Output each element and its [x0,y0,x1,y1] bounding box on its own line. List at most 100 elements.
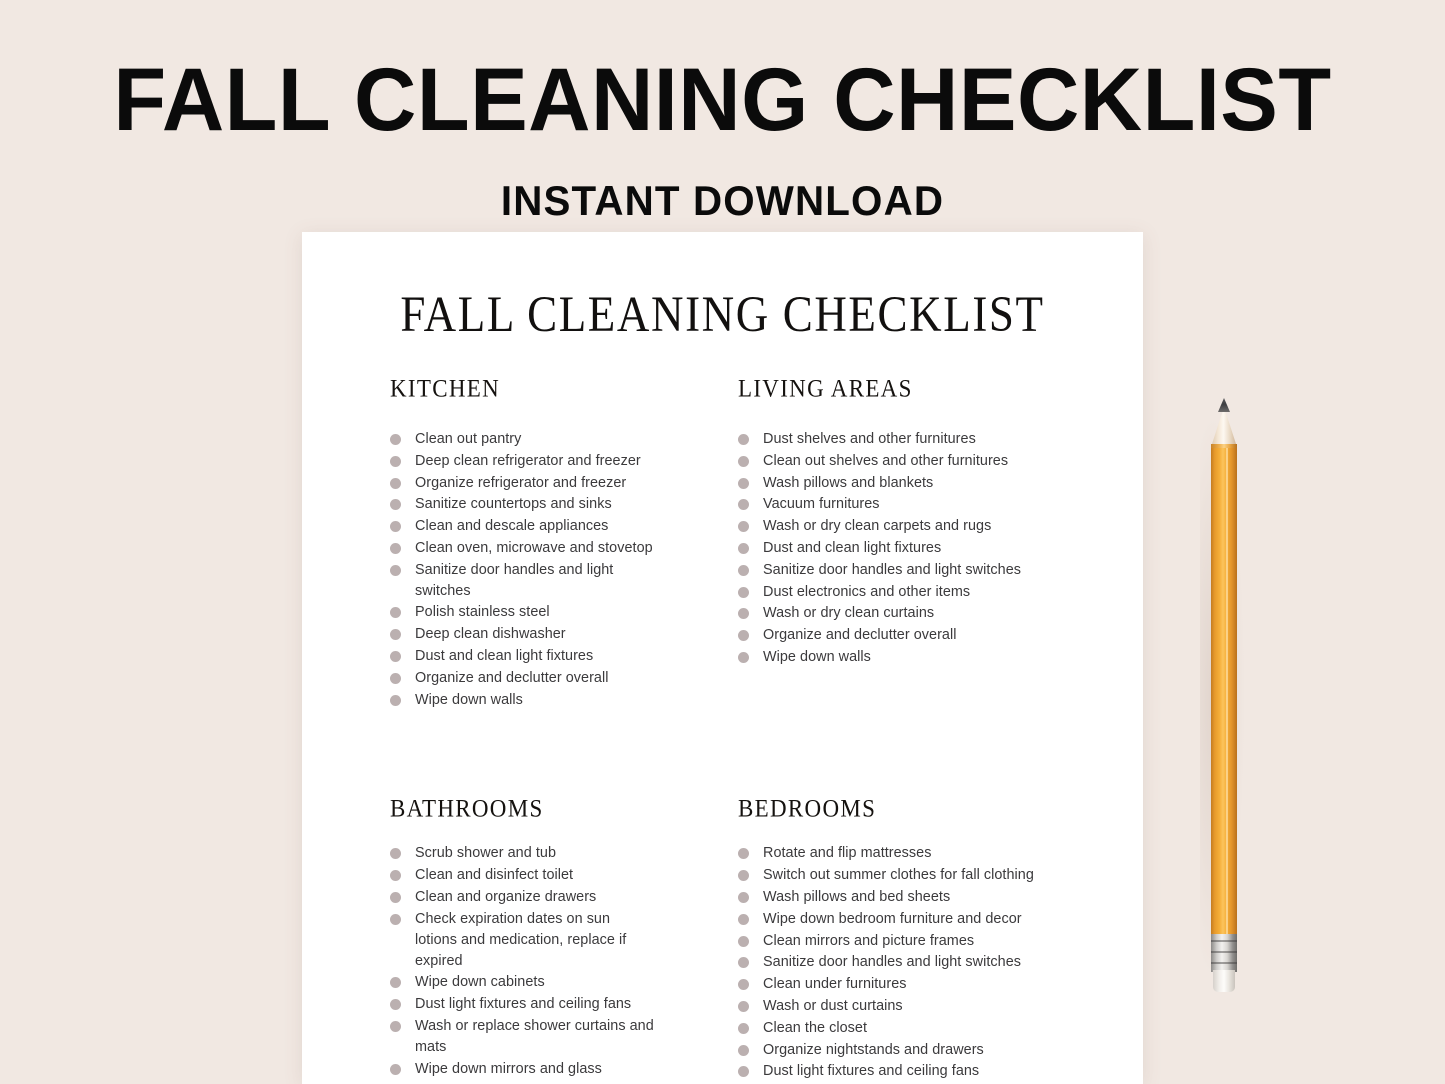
checkbox-bullet-icon[interactable] [390,564,401,576]
checkbox-bullet-icon[interactable] [390,607,401,619]
list-item-label: Wash pillows and bed sheets [763,889,951,906]
checkbox-bullet-icon[interactable] [738,1022,749,1034]
list-item[interactable]: Clean and descale appliances [390,516,654,537]
checkbox-bullet-icon[interactable] [390,977,401,989]
checkbox-bullet-icon[interactable] [390,672,401,684]
checkbox-bullet-icon[interactable] [738,1001,749,1013]
checkbox-bullet-icon[interactable] [738,564,749,576]
checkbox-bullet-icon[interactable] [738,913,749,925]
list-item-label: Vacuum furnitures [763,496,880,513]
checkbox-bullet-icon[interactable] [390,477,401,489]
pencil-ferrule [1211,934,1237,972]
list-item[interactable]: Clean out pantry [390,429,654,450]
checkbox-bullet-icon[interactable] [738,608,749,620]
checkbox-bullet-icon[interactable] [738,979,749,991]
checkbox-bullet-icon[interactable] [390,1063,401,1075]
section-heading-kitchen: KITCHEN [390,374,501,402]
checkbox-bullet-icon[interactable] [738,1066,749,1078]
list-item-label: Organize and declutter overall [415,669,609,686]
list-item-label: Wipe down cabinets [415,974,545,991]
list-item[interactable]: Wash or dry clean carpets and rugs [738,516,1143,537]
checkbox-bullet-icon[interactable] [390,651,401,663]
checkbox-bullet-icon[interactable] [738,848,749,860]
list-item[interactable]: Sanitize door handles and light switches [738,560,1143,581]
list-item-label: Dust light fixtures and ceiling fans [415,996,632,1013]
checkbox-bullet-icon[interactable] [390,870,401,882]
list-item[interactable]: Clean the closet [738,1018,1143,1039]
list-item[interactable]: Dust electronics and other items [738,582,1143,603]
list-item[interactable]: Wipe down and sanitize counters and sink… [390,1081,654,1084]
list-item[interactable]: Wipe down bedroom furniture and decor [738,909,1143,930]
list-item[interactable]: Wash or dry clean curtains [738,603,1143,624]
list-item[interactable]: Organize nightstands and drawers [738,1040,1143,1061]
checkbox-bullet-icon[interactable] [738,892,749,904]
list-item[interactable]: Deep clean dishwasher [390,624,654,645]
checkbox-bullet-icon[interactable] [738,586,749,598]
checkbox-bullet-icon[interactable] [738,477,749,489]
list-item[interactable]: Wipe down walls [738,647,1143,668]
list-item[interactable]: Wash pillows and bed sheets [738,887,1143,908]
list-item[interactable]: Scrub shower and tub [390,843,654,864]
list-item[interactable]: Wash or replace shower curtains and mats [390,1016,654,1058]
list-item[interactable]: Clean mirrors and picture frames [738,931,1143,952]
checkbox-bullet-icon[interactable] [738,455,749,467]
list-item[interactable]: Clean out shelves and other furnitures [738,451,1143,472]
list-item[interactable]: Rotate and flip mattresses [738,843,1143,864]
checkbox-bullet-icon[interactable] [738,630,749,642]
checkbox-bullet-icon[interactable] [738,870,749,882]
checkbox-bullet-icon[interactable] [390,455,401,467]
checkbox-bullet-icon[interactable] [390,1021,401,1033]
list-item[interactable]: Sanitize door handles and light switches [390,560,654,602]
checkbox-bullet-icon[interactable] [738,434,749,445]
checkbox-bullet-icon[interactable] [738,521,749,533]
section-living-areas: LIVING AREAS Dust shelves and other furn… [654,374,1143,711]
list-item[interactable]: Switch out summer clothes for fall cloth… [738,865,1143,886]
checkbox-bullet-icon[interactable] [738,542,749,554]
list-item[interactable]: Organize and declutter overall [738,625,1143,646]
checkbox-bullet-icon[interactable] [390,913,401,925]
checkbox-bullet-icon[interactable] [390,999,401,1011]
list-item[interactable]: Dust light fixtures and ceiling fans [390,994,654,1015]
list-item-label: Check expiration dates on sun lotions an… [415,910,627,969]
list-item[interactable]: Clean and organize drawers [390,887,654,908]
list-item[interactable]: Dust and clean light fixtures [390,646,654,667]
checkbox-bullet-icon[interactable] [390,499,401,511]
checkbox-bullet-icon[interactable] [390,848,401,860]
checkbox-bullet-icon[interactable] [738,935,749,947]
checkbox-bullet-icon[interactable] [390,434,401,445]
list-item[interactable]: Clean and disinfect toilet [390,865,654,886]
list-item[interactable]: Wipe down mirrors and glass [390,1059,654,1080]
checkbox-bullet-icon[interactable] [738,499,749,511]
promo-subtitle: INSTANT DOWNLOAD [500,177,945,224]
list-item-label: Deep clean refrigerator and freezer [415,452,641,469]
list-item-label: Clean and disinfect toilet [415,867,574,884]
list-item[interactable]: Sanitize countertops and sinks [390,494,654,515]
list-item[interactable]: Polish stainless steel [390,602,654,623]
list-item[interactable]: Organize and declutter overall [390,668,654,689]
list-item[interactable]: Sanitize door handles and light switches [738,952,1143,973]
list-item[interactable]: Deep clean refrigerator and freezer [390,451,654,472]
checkbox-bullet-icon[interactable] [390,892,401,904]
list-item-label: Dust light fixtures and ceiling fans [763,1063,980,1080]
list-item-label: Polish stainless steel [415,604,550,621]
list-item[interactable]: Vacuum furnitures [738,494,1143,515]
list-item[interactable]: Wash or dust curtains [738,996,1143,1017]
checkbox-bullet-icon[interactable] [738,1044,749,1056]
checkbox-bullet-icon[interactable] [738,651,749,663]
list-item[interactable]: Wipe down walls [390,690,654,711]
list-item[interactable]: Wipe down cabinets [390,972,654,993]
list-item[interactable]: Clean under furnitures [738,974,1143,995]
list-item[interactable]: Organize refrigerator and freezer [390,473,654,494]
list-item[interactable]: Dust light fixtures and ceiling fans [738,1061,1143,1082]
list-item[interactable]: Dust shelves and other furnitures [738,429,1143,450]
list-item[interactable]: Check expiration dates on sun lotions an… [390,909,654,972]
checkbox-bullet-icon[interactable] [390,542,401,554]
checkbox-bullet-icon[interactable] [738,957,749,969]
section-heading-bedrooms: BEDROOMS [738,794,877,823]
list-item[interactable]: Dust and clean light fixtures [738,538,1143,559]
list-item[interactable]: Clean oven, microwave and stovetop [390,538,654,559]
checkbox-bullet-icon[interactable] [390,521,401,533]
checkbox-bullet-icon[interactable] [390,629,401,641]
checkbox-bullet-icon[interactable] [390,694,401,706]
list-item[interactable]: Wash pillows and blankets [738,473,1143,494]
